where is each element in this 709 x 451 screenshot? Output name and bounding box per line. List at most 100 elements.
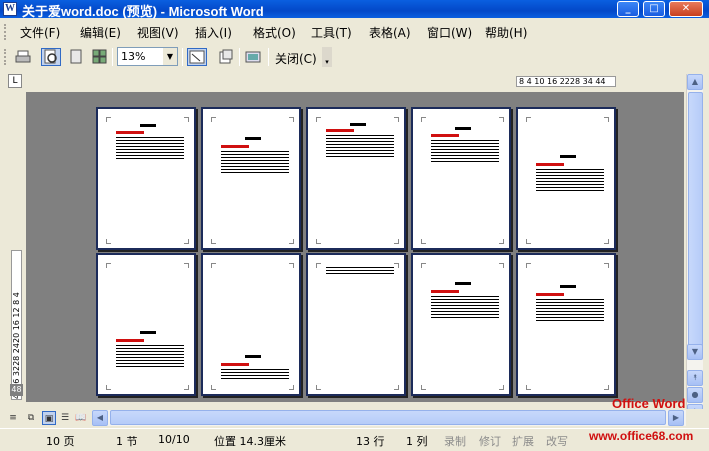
page-title-mark: [455, 282, 471, 285]
status-line[interactable]: 13 行: [356, 433, 385, 449]
heading-mark: [326, 129, 354, 132]
crop-mark: [184, 117, 189, 122]
scroll-up-icon[interactable]: ▲: [687, 74, 703, 90]
preview-page[interactable]: [411, 107, 511, 250]
menu-table[interactable]: 表格(A): [369, 24, 411, 41]
maximize-button[interactable]: □: [643, 1, 665, 17]
toolbar-options-icon[interactable]: ▾: [322, 47, 332, 67]
menu-window[interactable]: 窗口(W): [427, 24, 472, 41]
multiple-pages-button[interactable]: [90, 48, 110, 66]
preview-page[interactable]: [411, 253, 511, 396]
crop-mark: [106, 263, 111, 268]
shrink-to-fit-icon: [219, 49, 233, 64]
toolbar-separator: [239, 48, 240, 66]
status-rec[interactable]: 录制: [444, 433, 466, 449]
close-window-button[interactable]: ✕: [669, 1, 703, 17]
menu-insert[interactable]: 插入(I): [195, 24, 232, 41]
crop-mark: [394, 385, 399, 390]
vertical-scroll-thumb[interactable]: [688, 92, 703, 352]
magnifier-button[interactable]: [41, 48, 61, 66]
horizontal-scroll-thumb[interactable]: [110, 410, 666, 425]
reading-layout-icon[interactable]: 📖: [74, 411, 88, 425]
multiple-pages-icon: [92, 49, 107, 64]
heading-mark: [116, 339, 144, 342]
status-ext[interactable]: 扩展: [512, 433, 534, 449]
crop-mark: [526, 263, 531, 268]
full-screen-button[interactable]: [243, 48, 263, 66]
toolbar-separator: [182, 48, 183, 66]
menu-edit[interactable]: 编辑(E): [80, 24, 121, 41]
status-column[interactable]: 1 列: [406, 433, 428, 449]
page-title-mark: [140, 331, 156, 334]
preview-page[interactable]: [516, 107, 616, 250]
one-page-button[interactable]: [66, 48, 86, 66]
status-page[interactable]: 10 页: [46, 433, 75, 449]
web-layout-view-icon[interactable]: ⧉: [24, 411, 38, 425]
chevron-down-icon[interactable]: ▼: [163, 48, 177, 65]
crop-mark: [421, 117, 426, 122]
scroll-down-icon[interactable]: ▼: [687, 344, 703, 360]
close-preview-button[interactable]: 关闭(C): [275, 50, 317, 67]
print-layout-view-icon[interactable]: ▣: [42, 411, 56, 425]
scroll-left-icon[interactable]: ◀: [92, 410, 108, 426]
one-page-icon: [70, 49, 82, 64]
menu-format[interactable]: 格式(O): [253, 24, 296, 41]
preview-page[interactable]: [306, 107, 406, 250]
preview-page[interactable]: [201, 107, 301, 250]
crop-mark: [211, 263, 216, 268]
minimize-button[interactable]: _: [617, 1, 639, 17]
view-ruler-button[interactable]: [187, 48, 207, 66]
toolbar-grip[interactable]: [4, 49, 7, 65]
watermark-url: www.office68.com: [589, 429, 694, 443]
status-page-of[interactable]: 10/10: [158, 433, 190, 446]
status-ovr[interactable]: 改写: [546, 433, 568, 449]
menu-view[interactable]: 视图(V): [137, 24, 179, 41]
scroll-right-icon[interactable]: ▶: [668, 410, 684, 426]
page-title-mark: [245, 137, 261, 140]
menu-help[interactable]: 帮助(H): [485, 24, 527, 41]
crop-mark: [289, 239, 294, 244]
page-title-mark: [245, 355, 261, 358]
shrink-to-fit-button[interactable]: [216, 48, 236, 66]
toolbar-separator: [268, 48, 269, 66]
status-position[interactable]: 位置 14.3厘米: [214, 433, 286, 449]
crop-mark: [316, 385, 321, 390]
print-button[interactable]: [13, 48, 33, 66]
crop-mark: [394, 263, 399, 268]
print-preview-area[interactable]: [26, 92, 684, 402]
vertical-ruler-scale[interactable]: 4036 3228 2420 16 12 8 4: [11, 250, 22, 400]
status-section[interactable]: 1 节: [116, 433, 138, 449]
page-title-mark: [455, 127, 471, 130]
ruler-icon: [189, 50, 205, 64]
text-lines: [116, 137, 184, 161]
crop-mark: [184, 239, 189, 244]
crop-mark: [106, 239, 111, 244]
crop-mark: [184, 385, 189, 390]
menu-tools[interactable]: 工具(T): [311, 24, 352, 41]
preview-page[interactable]: [96, 253, 196, 396]
crop-mark: [421, 385, 426, 390]
crop-mark: [394, 117, 399, 122]
zoom-value: 13%: [121, 50, 146, 63]
word-document-icon: W: [3, 2, 17, 16]
crop-mark: [106, 117, 111, 122]
zoom-combobox[interactable]: 13% ▼: [117, 47, 178, 66]
print-preview-toolbar: ▾: [0, 45, 709, 69]
select-browse-object-icon[interactable]: ●: [687, 387, 703, 403]
text-lines: [536, 169, 604, 193]
outline-view-icon[interactable]: ☰: [58, 411, 72, 425]
vertical-scrollbar[interactable]: ▲ ▼ ⯭ ● ⯯: [686, 74, 703, 420]
menu-file[interactable]: 文件(F): [20, 24, 60, 41]
normal-view-icon[interactable]: ≡: [6, 411, 20, 425]
status-trk[interactable]: 修订: [479, 433, 501, 449]
preview-page[interactable]: [306, 253, 406, 396]
preview-page[interactable]: [201, 253, 301, 396]
menu-grip[interactable]: [4, 24, 7, 40]
ruler-scale[interactable]: 8 4 10 16 2228 34 44: [516, 76, 616, 87]
previous-page-icon[interactable]: ⯭: [687, 370, 703, 386]
preview-page[interactable]: [516, 253, 616, 396]
tab-selector[interactable]: L: [8, 74, 22, 88]
preview-page[interactable]: [96, 107, 196, 250]
page-title-mark: [560, 155, 576, 158]
horizontal-scrollbar[interactable]: ◀ ▶: [92, 410, 686, 426]
